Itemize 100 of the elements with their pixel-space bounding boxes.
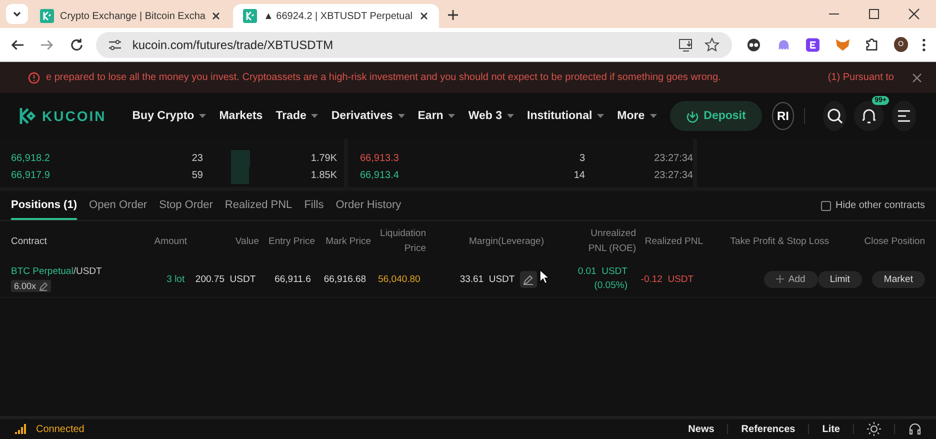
fox-icon[interactable]: [834, 36, 850, 52]
logo-icon: [18, 107, 38, 125]
tab-title: Crypto Exchange | Bitcoin Excha: [60, 10, 206, 22]
table-cell: 33.61 USDT: [460, 274, 515, 284]
favicon-icon: [243, 9, 258, 23]
risk-warning-text: e prepared to lose all the money you invest. Cryptoassets are a high-risk investment and you should not expect to be protected if something goes wrong.: [46, 72, 721, 83]
column-header: Margin(Leverage): [468, 236, 544, 246]
browser-tab[interactable]: ▲ 66924.2 | XBTUSDT Perpetual: [233, 4, 439, 28]
column-header: Unrealized PNL (ROE): [587, 227, 636, 256]
positions-tab[interactable]: Stop Order: [159, 191, 213, 220]
bid-price: 66,917.9: [10, 170, 51, 181]
table-cell-text: 66,916.68: [322, 274, 366, 284]
add-tpsl-button[interactable]: Add: [764, 270, 818, 288]
order-total: 1.85K: [310, 170, 337, 181]
trade-price: 66,913.4: [359, 170, 400, 181]
headset-icon[interactable]: [908, 422, 922, 436]
download-icon: [686, 110, 699, 122]
column-header: Contract: [11, 236, 48, 246]
table-cell-text: 66,911.6: [274, 274, 311, 284]
nav-menu-item[interactable]: Derivatives: [331, 110, 405, 122]
table-cell-text: -0.12 USDT: [640, 274, 694, 284]
edit-margin-button[interactable]: [520, 270, 537, 288]
star-icon[interactable]: [704, 36, 720, 52]
positions-tab[interactable]: Open Order: [89, 191, 148, 220]
caret-icon: [398, 114, 405, 118]
column-header: Realized PNL: [644, 236, 703, 246]
trade-time: 23:27:34: [653, 153, 693, 164]
logo-text: KUCOIN: [42, 108, 106, 124]
nav-menu-item[interactable]: Institutional: [527, 110, 604, 122]
plus-icon: [776, 275, 784, 283]
table-cell: (0.05%): [594, 279, 628, 293]
search-icon: [826, 108, 843, 124]
column-header: Liquidation Price: [379, 227, 426, 256]
column-header: Take Profit & Stop Loss: [729, 236, 829, 246]
caret-icon: [311, 114, 318, 118]
nav-menu-item[interactable]: Trade: [276, 110, 318, 122]
extension-icon[interactable]: [805, 36, 821, 52]
notification-button[interactable]: [854, 101, 884, 131]
extension-icon[interactable]: [746, 36, 762, 52]
pencil-icon: [522, 274, 534, 284]
menu-icon: [897, 110, 912, 122]
warning-icon: [28, 72, 40, 84]
positions-tab[interactable]: Realized PNL: [224, 191, 292, 220]
caret-icon: [507, 114, 514, 118]
leverage-tag[interactable]: 6.00x: [11, 280, 52, 292]
column-header: Entry Price: [268, 234, 315, 248]
caret-icon: [448, 114, 456, 118]
column-header: Mark Price: [324, 234, 371, 248]
kebab-menu-icon[interactable]: [922, 38, 926, 52]
positions-tab[interactable]: Positions (1): [11, 191, 78, 220]
column-header: Amount: [153, 236, 187, 246]
positions-tab[interactable]: Fills: [304, 191, 324, 220]
tab-title: ▲ 66924.2 | XBTUSDT Perpetual: [263, 10, 413, 22]
caret-icon: [199, 114, 206, 118]
footer-link[interactable]: References: [741, 424, 796, 434]
search-button[interactable]: [822, 101, 846, 131]
nav-menu-item[interactable]: Buy Crypto: [132, 110, 206, 122]
contract-name[interactable]: BTC Perpetual/USDT: [11, 266, 102, 277]
address-field[interactable]: kucoin.com/futures/trade/XBTUSDTM: [96, 32, 732, 58]
nav-menu-item[interactable]: Web 3: [468, 110, 514, 122]
close-position-button[interactable]: Market: [872, 270, 925, 288]
tab-search-button[interactable]: [6, 4, 28, 24]
trade-price: 66,913.3: [359, 153, 400, 164]
footnote-link[interactable]: (1) Pursuant to: [828, 72, 894, 83]
deposit-button[interactable]: Deposit: [670, 101, 762, 131]
nav-menu-item[interactable]: Earn: [418, 110, 456, 122]
account-avatar[interactable]: RI: [772, 102, 794, 130]
trade-amount: 14: [572, 170, 585, 181]
close-icon[interactable]: [908, 8, 920, 20]
reload-icon[interactable]: [68, 36, 84, 52]
connection-status: Connected: [36, 424, 84, 434]
nav-menu-item[interactable]: Markets: [219, 110, 263, 122]
sun-icon[interactable]: [867, 422, 881, 436]
footer-link[interactable]: News: [688, 424, 714, 434]
column-header: Value: [234, 236, 259, 246]
signal-icon: [14, 423, 28, 435]
chevron-down-icon: [12, 9, 22, 19]
close-icon[interactable]: [211, 11, 222, 21]
mouse-cursor-icon: [538, 268, 549, 284]
order-amount: 23: [190, 153, 203, 164]
nav-menu-item[interactable]: More: [617, 110, 657, 122]
close-position-button[interactable]: Limit: [818, 270, 862, 288]
menu-button[interactable]: [892, 101, 916, 131]
new-tab-icon[interactable]: [446, 9, 459, 21]
trade-amount: 3: [578, 153, 585, 164]
checkbox[interactable]: [820, 200, 830, 210]
close-icon[interactable]: [418, 11, 429, 21]
table-cell: 0.01 USDT: [578, 265, 628, 279]
maximize-icon[interactable]: [868, 8, 880, 20]
table-cell-text: 3 lot: [166, 274, 185, 284]
bid-price: 66,918.2: [10, 153, 51, 164]
site-settings-icon[interactable]: [108, 38, 122, 52]
table-cell-text: 56,040.80: [377, 274, 420, 284]
install-app-icon[interactable]: [678, 36, 694, 52]
positions-tab[interactable]: Order History: [336, 191, 402, 220]
puzzle-icon[interactable]: [864, 36, 880, 52]
browser-tab[interactable]: Crypto Exchange | Bitcoin Excha: [30, 4, 232, 28]
trade-time: 23:27:34: [653, 170, 693, 181]
footer-link[interactable]: Lite: [822, 424, 840, 434]
favicon-icon: [40, 9, 54, 23]
